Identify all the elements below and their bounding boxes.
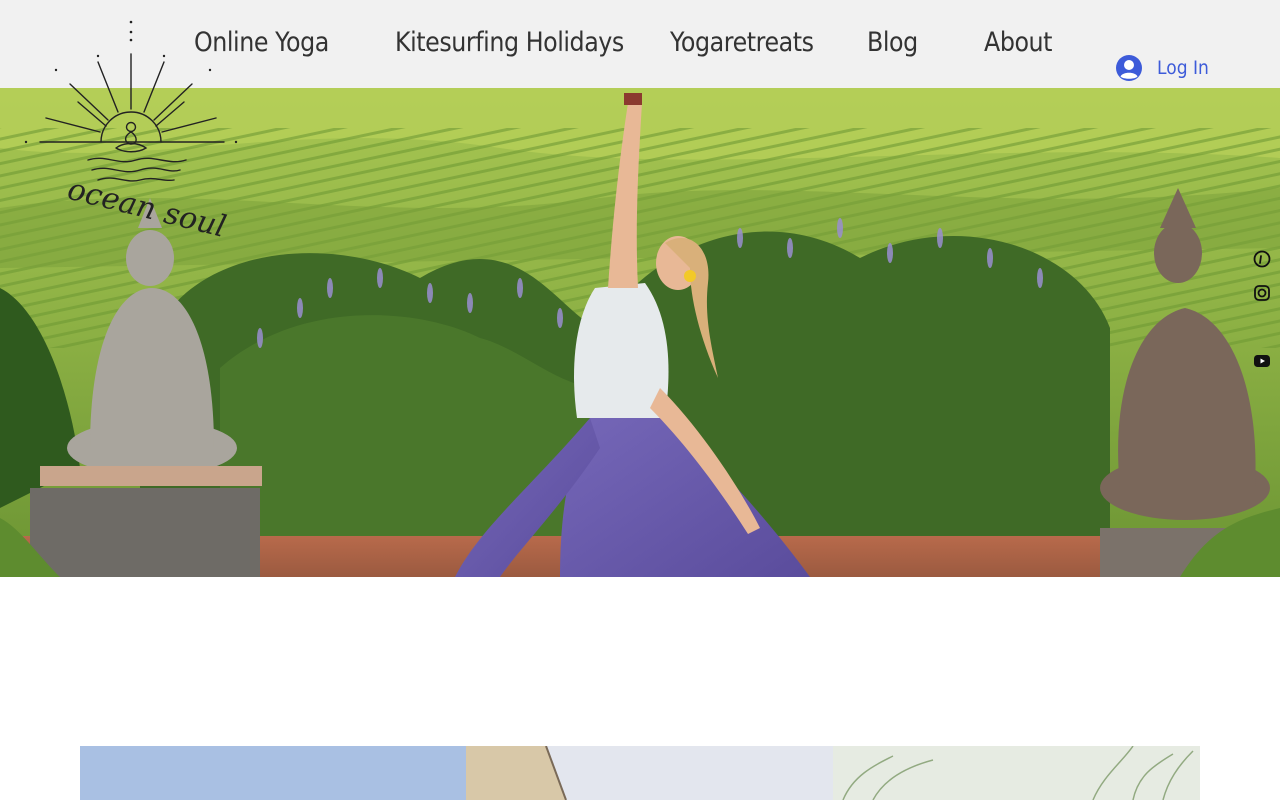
instagram-icon[interactable]: [1253, 284, 1271, 302]
log-in-label: Log In: [1157, 57, 1209, 79]
logo-wordmark: ocean soul: [64, 172, 229, 239]
nav-item-blog[interactable]: Blog: [867, 27, 918, 58]
gallery-tile-building[interactable]: [466, 746, 833, 800]
gallery-tile-sky[interactable]: [80, 746, 466, 800]
youtube-icon[interactable]: [1253, 352, 1271, 370]
social-bar: [1252, 250, 1272, 386]
nav-item-kitesurfing-holidays[interactable]: Kitesurfing Holidays: [395, 27, 624, 58]
image-gallery: [80, 746, 1200, 800]
log-in-button[interactable]: Log In: [1115, 52, 1215, 84]
nav-item-about[interactable]: About: [984, 27, 1052, 58]
ocean-soul-logo[interactable]: ocean soul: [18, 14, 248, 245]
sunrise-meditation-icon: ocean soul: [24, 20, 238, 245]
building-photo: [466, 746, 833, 800]
user-avatar-icon: [1116, 55, 1142, 81]
reeds-photo: [833, 746, 1200, 800]
gallery-tile-reeds[interactable]: [833, 746, 1200, 800]
pinterest-icon[interactable]: [1253, 250, 1271, 268]
nav-item-yogaretreats[interactable]: Yogaretreats: [670, 27, 814, 58]
sky-photo: [80, 746, 466, 800]
